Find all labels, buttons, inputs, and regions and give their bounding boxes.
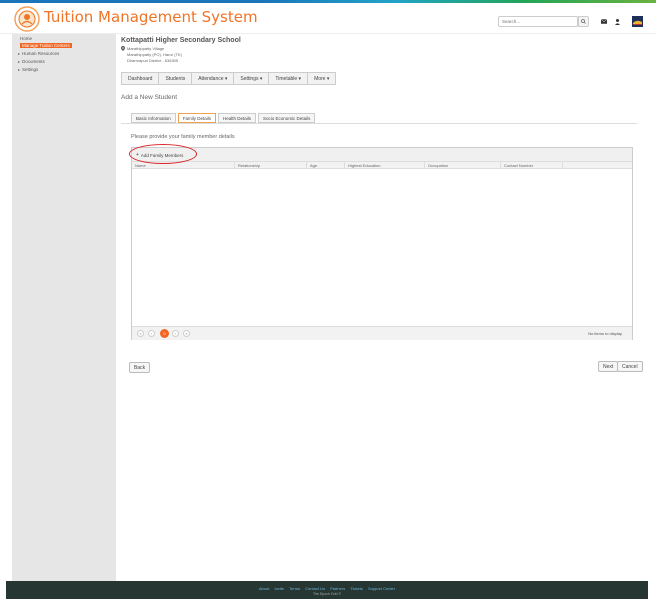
column-age[interactable]: Age — [306, 162, 344, 169]
sidebar-item-human-resources[interactable]: ▸ Human Resources — [18, 51, 59, 56]
column-occupation[interactable]: Occupation — [424, 162, 500, 169]
mail-icon[interactable] — [600, 18, 607, 25]
column-relationship[interactable]: Relationship — [234, 162, 306, 169]
pager-info: No items to display — [588, 331, 622, 336]
sidebar-item-home[interactable]: Home — [20, 36, 32, 41]
footer-link-partners[interactable]: Partners — [330, 586, 345, 591]
nav-attendance[interactable]: Attendance ▾ — [192, 73, 235, 84]
school-name: Kottapatti Higher Secondary School — [121, 37, 241, 44]
grid-pager: « ‹ 0 › » No items to display — [132, 326, 632, 340]
sidebar-item-documents[interactable]: ▸ Documents — [18, 59, 45, 64]
instruction-text: Please provide your family member detail… — [131, 134, 235, 140]
nav-more[interactable]: More ▾ — [308, 73, 335, 84]
pager-first-button[interactable]: « — [137, 330, 144, 337]
caret-right-icon: ▸ — [18, 59, 21, 64]
cancel-button[interactable]: Cancel — [617, 361, 643, 372]
footer: About Invite Terms Contact Us Partners T… — [6, 581, 648, 599]
sidebar-item-label: Settings — [22, 67, 39, 72]
pager-prev-button[interactable]: ‹ — [148, 330, 155, 337]
avatar[interactable] — [632, 16, 643, 27]
footer-link-support-center[interactable]: Support Center — [368, 586, 395, 591]
address-line-3: Dharmapuri District - 635305 — [127, 58, 179, 63]
user-icon[interactable] — [614, 18, 621, 25]
nav-settings[interactable]: Settings ▾ — [234, 73, 270, 84]
caret-right-icon: ▸ — [18, 67, 21, 72]
main-nav: Dashboard Students Attendance ▾ Settings… — [121, 72, 337, 85]
footer-links: About Invite Terms Contact Us Partners T… — [6, 586, 648, 591]
footer-link-about[interactable]: About — [259, 586, 269, 591]
tab-basic-information[interactable]: Basic Information — [131, 113, 176, 123]
address-line-1: Marathippatty Village — [127, 46, 165, 51]
back-button[interactable]: Back — [129, 362, 151, 373]
footer-link-invite[interactable]: Invite — [274, 586, 284, 591]
column-contact-number[interactable]: Contact Number — [500, 162, 562, 169]
family-members-grid: + Add Family Members Name Relationship A… — [131, 147, 633, 340]
sidebar-item-settings[interactable]: ▸ Settings — [18, 67, 38, 72]
highlight-annotation — [129, 144, 197, 164]
location-pin-icon — [121, 46, 125, 51]
tab-family-details[interactable]: Family Details — [177, 113, 217, 123]
tab-socio-economic-details[interactable]: Socio Economic Details — [258, 113, 316, 123]
app-title: Tuition Management System — [44, 8, 258, 26]
next-button[interactable]: Next — [598, 361, 619, 372]
footer-copyright: The Epoch Grid © — [312, 592, 342, 596]
form-tabs: Basic Information Family Details Health … — [131, 113, 317, 123]
pager-next-button[interactable]: › — [172, 330, 179, 337]
tab-health-details[interactable]: Health Details — [218, 113, 257, 123]
sidebar-item-manage-tuition-centers[interactable]: Manage Tuition Centers — [20, 43, 72, 48]
grid-toolbar: + Add Family Members — [132, 148, 632, 162]
nav-dashboard[interactable]: Dashboard — [122, 73, 160, 84]
footer-link-contact-us[interactable]: Contact Us — [305, 586, 325, 591]
nav-timetable[interactable]: Timetable ▾ — [269, 73, 309, 84]
tab-divider — [121, 123, 637, 124]
grid-column-header: Name Relationship Age Highest Education … — [132, 162, 632, 169]
search-input[interactable] — [498, 16, 578, 27]
sidebar-item-label: Human Resources — [22, 51, 60, 56]
sidebar: Home Manage Tuition Centers ▸ Human Resou… — [12, 34, 116, 581]
address-line-2: Marathippatty (PO), Harur (TK) — [127, 52, 182, 57]
caret-right-icon: ▸ — [18, 51, 21, 56]
nav-students[interactable]: Students — [159, 73, 193, 84]
column-highest-education[interactable]: Highest Education — [344, 162, 424, 169]
search-button[interactable] — [578, 16, 589, 27]
column-extra — [562, 162, 632, 169]
footer-link-terms[interactable]: Terms — [289, 586, 300, 591]
pager-last-button[interactable]: » — [183, 330, 190, 337]
page-title: Add a New Student — [121, 94, 178, 101]
footer-link-tickets[interactable]: Tickets — [350, 586, 363, 591]
pager-current-page[interactable]: 0 — [160, 329, 169, 338]
column-name[interactable]: Name — [132, 162, 234, 169]
sidebar-item-label: Documents — [22, 59, 45, 64]
app-header: Tuition Management System — [0, 3, 656, 34]
search-icon — [581, 19, 586, 24]
logo-icon — [14, 6, 40, 32]
